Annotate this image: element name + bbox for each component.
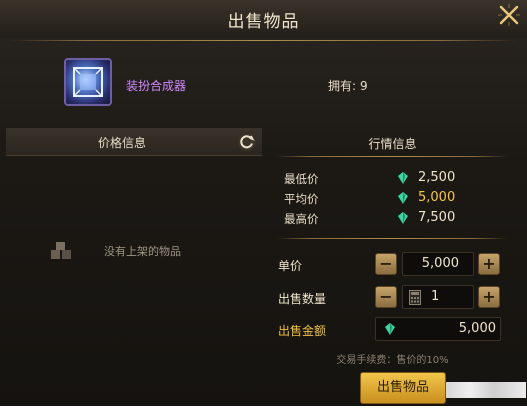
stat-value-max: 7,500 bbox=[418, 210, 456, 225]
gem-icon bbox=[398, 192, 408, 204]
total-amount-value: 5,000 bbox=[458, 321, 496, 336]
item-icon bbox=[64, 58, 112, 106]
unit-price-increase-button[interactable]: + bbox=[478, 253, 500, 275]
unit-price-input[interactable]: 5,000 bbox=[402, 252, 474, 276]
unit-price-label: 单价 bbox=[278, 259, 303, 273]
sell-item-dialog: 出售物品 装扮合成器 拥有: 9 价格信息 没有上架的物品 行情信息 最低价 2… bbox=[0, 0, 527, 406]
title-bar: 出售物品 bbox=[0, 0, 527, 38]
price-info-header: 价格信息 bbox=[6, 128, 262, 156]
sell-item-button[interactable]: 出售物品 bbox=[360, 372, 446, 404]
price-info-title: 价格信息 bbox=[97, 136, 146, 150]
item-name: 装扮合成器 bbox=[126, 79, 187, 93]
price-info-panel: 价格信息 没有上架的物品 bbox=[6, 128, 262, 403]
refresh-icon bbox=[238, 133, 256, 151]
calculator-icon[interactable] bbox=[409, 290, 421, 305]
title-divider bbox=[10, 40, 517, 41]
quantity-increase-button[interactable]: + bbox=[478, 286, 500, 308]
quantity-label: 出售数量 bbox=[278, 292, 327, 306]
unit-price-decrease-button[interactable]: − bbox=[375, 253, 397, 275]
quantity-decrease-button[interactable]: − bbox=[375, 286, 397, 308]
total-amount-label: 出售金额 bbox=[278, 324, 327, 338]
dialog-title: 出售物品 bbox=[227, 12, 300, 32]
market-info-title: 行情信息 bbox=[368, 137, 417, 151]
stat-label-min: 最低价 bbox=[284, 172, 319, 186]
market-info-panel: 行情信息 最低价 2,500 平均价 5,000 最高价 7,500 单价 − … bbox=[270, 128, 515, 405]
quantity-input[interactable]: 1 bbox=[402, 285, 474, 309]
stats-divider bbox=[276, 238, 508, 239]
close-icon bbox=[498, 4, 520, 26]
stat-label-avg: 平均价 bbox=[284, 192, 319, 206]
item-row: 装扮合成器 拥有: 9 bbox=[14, 44, 514, 124]
gem-icon bbox=[398, 212, 408, 224]
stat-label-max: 最高价 bbox=[284, 212, 319, 226]
empty-box-icon bbox=[50, 242, 72, 262]
empty-listing-text: 没有上架的物品 bbox=[104, 245, 181, 258]
owned-count: 拥有: 9 bbox=[328, 77, 368, 94]
refresh-button[interactable] bbox=[237, 132, 257, 152]
stat-value-avg: 5,000 bbox=[418, 190, 456, 205]
fee-note: 交易手续费：售价的10% bbox=[336, 355, 449, 366]
quantity-value: 1 bbox=[431, 289, 440, 304]
owned-label: 拥有: bbox=[328, 79, 357, 93]
market-divider bbox=[276, 156, 508, 157]
close-button[interactable] bbox=[496, 2, 522, 28]
owned-value: 9 bbox=[360, 79, 368, 93]
blurred-watermark bbox=[446, 382, 526, 398]
unit-price-value: 5,000 bbox=[421, 256, 459, 271]
gem-icon bbox=[385, 323, 395, 335]
total-amount-field: 5,000 bbox=[375, 317, 501, 341]
stat-value-min: 2,500 bbox=[418, 170, 456, 185]
gem-icon bbox=[398, 172, 408, 184]
